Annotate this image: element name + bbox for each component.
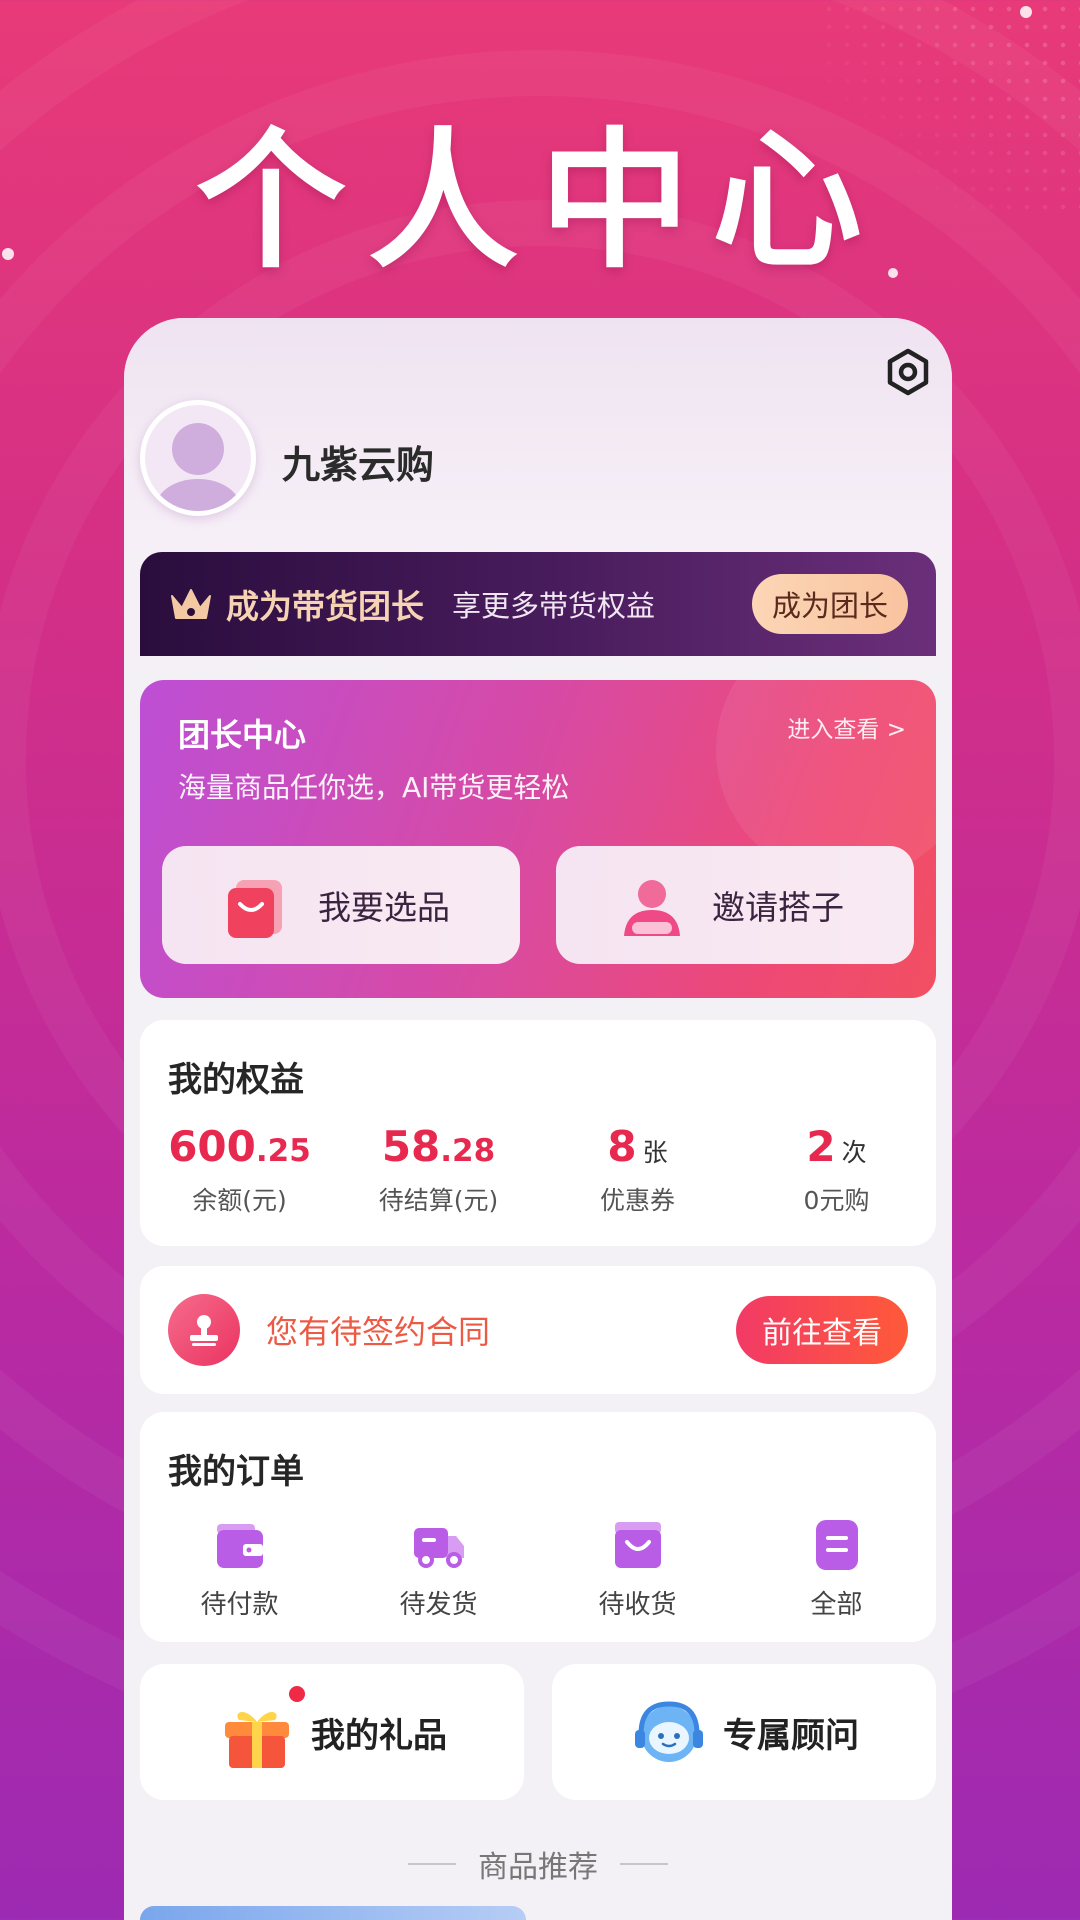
phone-screen: 九紫云购 成为带货团长 享更多带货权益 成为团长 团长中心 海量商品任你选，AI… (124, 318, 952, 1920)
sparkle-dot (1020, 6, 1032, 18)
order-status-row: 待付款 待发货 待收货 全部 (140, 1518, 936, 1621)
hero-title: 个人中心 (195, 115, 884, 289)
order-pending-shipment[interactable]: 待发货 (339, 1518, 538, 1621)
invite-partner-button[interactable]: 邀请搭子 (556, 846, 914, 964)
list-icon (815, 1520, 858, 1570)
zero-purchase-count: 2 (806, 1122, 836, 1171)
wallet-icon (216, 1524, 263, 1568)
view-contract-button[interactable]: 前往查看 (736, 1296, 908, 1364)
product-card-peek[interactable] (140, 1906, 526, 1920)
zero-purchase-stat[interactable]: 2次 0元购 (737, 1122, 936, 1217)
become-leader-button[interactable]: 成为团长 (751, 574, 908, 634)
contract-card: 您有待签约合同 前往查看 (140, 1266, 936, 1394)
headset-robot-icon (629, 1692, 709, 1772)
my-gifts-label: 我的礼品 (311, 1715, 447, 1756)
recommend-title: 商品推荐 (478, 1850, 598, 1885)
pending-settlement-stat[interactable]: 58.28 待结算(元) (339, 1122, 538, 1217)
personal-advisor-label: 专属顾问 (723, 1715, 859, 1756)
leader-center-card: 团长中心 海量商品任你选，AI带货更轻松 进入查看 > 我要选品 邀请搭子 (140, 680, 936, 998)
person-icon (624, 880, 680, 936)
recommend-divider: 商品推荐 (124, 1842, 952, 1886)
contract-text: 您有待签约合同 (266, 1313, 491, 1351)
pending-payment-label: 待付款 (200, 1590, 279, 1620)
balance-decimal: .25 (255, 1133, 311, 1169)
select-products-label: 我要选品 (318, 888, 450, 927)
all-orders-label: 全部 (810, 1590, 863, 1620)
select-products-button[interactable]: 我要选品 (162, 846, 520, 964)
pending-receipt-label: 待收货 (598, 1590, 677, 1620)
truck-icon (413, 1528, 464, 1568)
enter-view-link[interactable]: 进入查看 > (787, 710, 906, 744)
leader-center-title: 团长中心 (178, 716, 307, 754)
order-pending-receipt[interactable]: 待收货 (538, 1518, 737, 1621)
my-orders-card: 我的订单 待付款 待发货 待收货 全部 (140, 1412, 936, 1642)
rights-stats: 600.25 余额(元) 58.28 待结算(元) 8张 优惠券 2次 0元购 (140, 1122, 936, 1217)
leader-center-subtitle: 海量商品任你选，AI带货更轻松 (178, 771, 570, 804)
banner-subtitle: 享更多带货权益 (452, 589, 656, 623)
personal-advisor-card[interactable]: 专属顾问 (552, 1664, 936, 1800)
gift-icon (217, 1686, 305, 1772)
divider-line (620, 1863, 668, 1865)
pending-label: 待结算(元) (378, 1186, 499, 1215)
pending-decimal: .28 (440, 1133, 496, 1169)
become-leader-banner[interactable]: 成为带货团长 享更多带货权益 成为团长 (140, 552, 936, 656)
balance-stat[interactable]: 600.25 余额(元) (140, 1122, 339, 1217)
zero-purchase-unit: 次 (841, 1138, 867, 1167)
stamp-icon (168, 1294, 240, 1366)
my-rights-card: 我的权益 600.25 余额(元) 58.28 待结算(元) 8张 优惠券 2次… (140, 1020, 936, 1246)
balance-integer: 600 (168, 1122, 256, 1171)
pending-shipment-label: 待发货 (399, 1590, 478, 1620)
coupon-unit: 张 (642, 1138, 668, 1167)
orders-title: 我的订单 (168, 1452, 304, 1492)
divider-line (408, 1863, 456, 1865)
shopping-bag-icon (228, 880, 282, 938)
settings-icon[interactable] (884, 348, 932, 396)
zero-purchase-label: 0元购 (803, 1186, 870, 1215)
notification-dot (289, 1686, 305, 1702)
balance-label: 余额(元) (192, 1186, 287, 1215)
username: 九紫云购 (282, 443, 435, 487)
bag-icon (614, 1522, 661, 1568)
coupon-label: 优惠券 (599, 1186, 675, 1215)
coupon-count: 8 (607, 1122, 637, 1171)
rights-title: 我的权益 (168, 1060, 304, 1100)
coupon-stat[interactable]: 8张 优惠券 (538, 1122, 737, 1217)
crown-icon (171, 589, 211, 619)
my-gifts-card[interactable]: 我的礼品 (140, 1664, 524, 1800)
pending-integer: 58 (381, 1122, 441, 1171)
invite-partner-label: 邀请搭子 (712, 888, 844, 927)
order-all[interactable]: 全部 (737, 1518, 936, 1621)
order-pending-payment[interactable]: 待付款 (140, 1518, 339, 1621)
banner-title: 成为带货团长 (226, 587, 424, 626)
default-avatar-icon (156, 423, 240, 511)
avatar[interactable] (140, 400, 256, 516)
